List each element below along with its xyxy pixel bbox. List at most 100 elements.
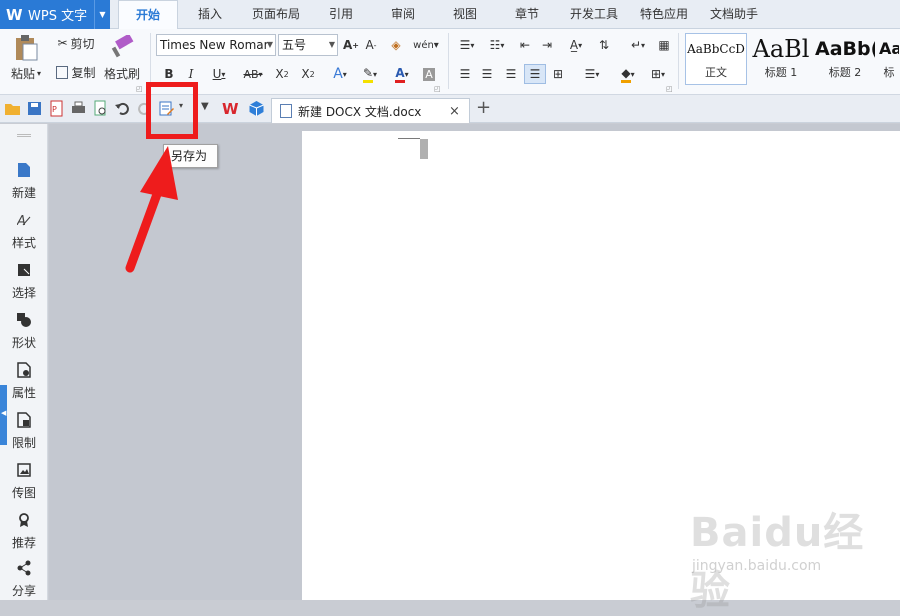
sort-icon[interactable]: ⇅ <box>594 35 614 55</box>
tab-references[interactable]: 引用 <box>318 0 364 29</box>
sidebar-item-label: 形状 <box>11 336 36 350</box>
sidebar-item-upload-image[interactable]: 传图 <box>0 462 48 508</box>
ribbon-divider <box>678 33 679 89</box>
style-sample: AaBb( <box>815 38 875 60</box>
sidebar-grip[interactable] <box>17 134 31 137</box>
save-icon[interactable] <box>26 100 43 117</box>
document-tab-title: 新建 DOCX 文档.docx <box>298 104 422 119</box>
align-right-icon[interactable]: ☰ <box>502 64 520 84</box>
shading-icon[interactable]: ◆ ▾ <box>612 64 644 84</box>
tab-page-layout[interactable]: 页面布局 <box>244 0 308 29</box>
copy-button[interactable]: 复制 <box>52 63 100 81</box>
sidebar-item-new[interactable]: 新建 <box>0 162 48 208</box>
style-heading-1[interactable]: AaBl 标题 1 <box>750 33 812 85</box>
shrink-font-icon[interactable]: A- <box>362 35 380 55</box>
style-label: 标题 1 <box>764 66 798 79</box>
export-pdf-icon[interactable]: P <box>48 100 65 117</box>
new-tab-icon[interactable]: + <box>476 97 491 118</box>
tab-features[interactable]: 特色应用 <box>634 0 694 29</box>
pinyin-guide-icon[interactable]: wén▾ <box>412 35 440 55</box>
sidebar-item-recommend[interactable]: 推荐 <box>0 512 48 558</box>
tab-developer[interactable]: 开发工具 <box>564 0 624 29</box>
tab-insert[interactable]: 插入 <box>184 0 236 29</box>
table-grid-icon[interactable]: ▦ <box>654 35 674 55</box>
paragraph-launcher-icon[interactable]: ◰ <box>666 85 673 93</box>
restrict-icon <box>17 412 31 428</box>
font-size-select[interactable]: 五号 ▼ <box>278 34 338 56</box>
style-normal[interactable]: AaBbCcD 正文 <box>685 33 747 85</box>
chevron-down-icon[interactable]: ▼ <box>94 0 110 29</box>
undo-icon[interactable] <box>114 100 131 117</box>
style-heading-2[interactable]: AaBb( 标题 2 <box>814 33 876 85</box>
sidebar-item-label: 分享 <box>11 584 36 598</box>
grow-font-icon[interactable]: A + <box>342 35 360 55</box>
sidebar-item-label: 属性 <box>11 386 36 400</box>
tab-chapter[interactable]: 章节 <box>504 0 550 29</box>
sidebar-collapse-handle[interactable]: ◀ <box>0 385 7 445</box>
format-painter-icon[interactable] <box>104 33 140 61</box>
sidebar-item-share[interactable]: 分享 <box>0 560 48 606</box>
bullets-icon[interactable]: ☰ ▾ <box>454 35 480 55</box>
print-preview-icon[interactable] <box>92 100 109 117</box>
wps-logo-icon[interactable]: W <box>222 100 239 117</box>
align-center-icon[interactable]: ☰ <box>478 64 496 84</box>
sidebar-item-restrict[interactable]: 限制 <box>0 412 48 458</box>
clear-format-icon[interactable]: ◈ <box>386 35 406 55</box>
paste-icon[interactable] <box>6 33 46 63</box>
font-launcher-icon[interactable]: ◰ <box>434 85 441 93</box>
line-spacing-icon[interactable]: ☰ ▾ <box>578 64 606 84</box>
distributed-icon[interactable]: ⊞ <box>548 64 568 84</box>
italic-icon[interactable]: I <box>182 64 200 84</box>
print-icon[interactable] <box>70 100 87 117</box>
style-heading-3[interactable]: Aa 标 <box>878 33 900 85</box>
app-menu-button[interactable]: W WPS 文字 ▼ <box>0 0 110 29</box>
sidebar-item-label: 样式 <box>11 236 36 250</box>
font-name-select[interactable]: Times New Romar ▼ <box>156 34 276 56</box>
format-painter-button[interactable]: 格式刷 <box>100 65 144 81</box>
superscript-icon[interactable]: X2 <box>272 64 292 84</box>
style-label: 标 <box>883 66 895 79</box>
sidebar-item-label: 限制 <box>11 436 36 450</box>
decrease-indent-icon[interactable]: ⇤ <box>516 35 534 55</box>
sidebar-item-shape[interactable]: 形状 <box>0 312 48 358</box>
customize-qat-icon[interactable]: ▼ <box>201 101 209 112</box>
clipboard-launcher-icon[interactable]: ◰ <box>136 85 143 93</box>
sidebar-item-properties[interactable]: 属性 <box>0 362 48 408</box>
paste-button[interactable]: 粘贴 ▾ <box>6 65 46 81</box>
font-size-value: 五号 <box>282 38 307 52</box>
sidebar-item-select[interactable]: 选择 <box>0 262 48 308</box>
sidebar-item-label: 传图 <box>11 486 36 500</box>
underline-icon[interactable]: U ▾ <box>206 64 232 84</box>
char-shading-icon[interactable]: A <box>420 64 438 84</box>
change-case-icon[interactable]: A̲ ▾ <box>562 35 590 55</box>
tab-view[interactable]: 视图 <box>442 0 488 29</box>
text-effect-icon[interactable]: A ▾ <box>326 64 354 84</box>
cut-button[interactable]: ✂ 剪切 <box>52 34 100 52</box>
watermark: Baidu经验 jingyan.baidu.com <box>690 500 890 614</box>
bold-icon[interactable]: B <box>160 64 178 84</box>
shape-icon <box>17 313 31 327</box>
show-marks-icon[interactable]: ↵ ▾ <box>624 35 652 55</box>
tab-doc-assistant[interactable]: 文档助手 <box>704 0 764 29</box>
borders-icon[interactable]: ⊞ ▾ <box>644 64 672 84</box>
left-sidebar: 新建 A 样式 选择 形状 属性 限制 传图 推荐 分享 ◀ <box>0 124 48 600</box>
justify-icon[interactable]: ☰ <box>524 64 546 84</box>
highlight-color-icon[interactable]: ✎ ▾ <box>356 64 384 84</box>
tab-review[interactable]: 审阅 <box>380 0 426 29</box>
cut-label: 剪切 <box>70 36 95 51</box>
numbering-icon[interactable]: ☷ ▾ <box>484 35 510 55</box>
align-left-icon[interactable]: ☰ <box>456 64 474 84</box>
close-tab-icon[interactable]: × <box>449 104 463 119</box>
font-color-icon[interactable]: A ▾ <box>388 64 416 84</box>
cube-icon[interactable] <box>248 100 265 117</box>
sidebar-item-label: 推荐 <box>11 536 36 550</box>
open-folder-icon[interactable] <box>4 100 21 117</box>
wps-logo-icon: W <box>6 5 23 24</box>
margin-corner-mark <box>398 138 420 139</box>
subscript-icon[interactable]: X2 <box>298 64 318 84</box>
strikethrough-icon[interactable]: AB ▾ <box>238 64 268 84</box>
increase-indent-icon[interactable]: ⇥ <box>538 35 556 55</box>
sidebar-item-style[interactable]: A 样式 <box>0 212 48 258</box>
document-tab[interactable]: 新建 DOCX 文档.docx × <box>271 98 470 123</box>
tab-home[interactable]: 开始 <box>118 0 178 29</box>
